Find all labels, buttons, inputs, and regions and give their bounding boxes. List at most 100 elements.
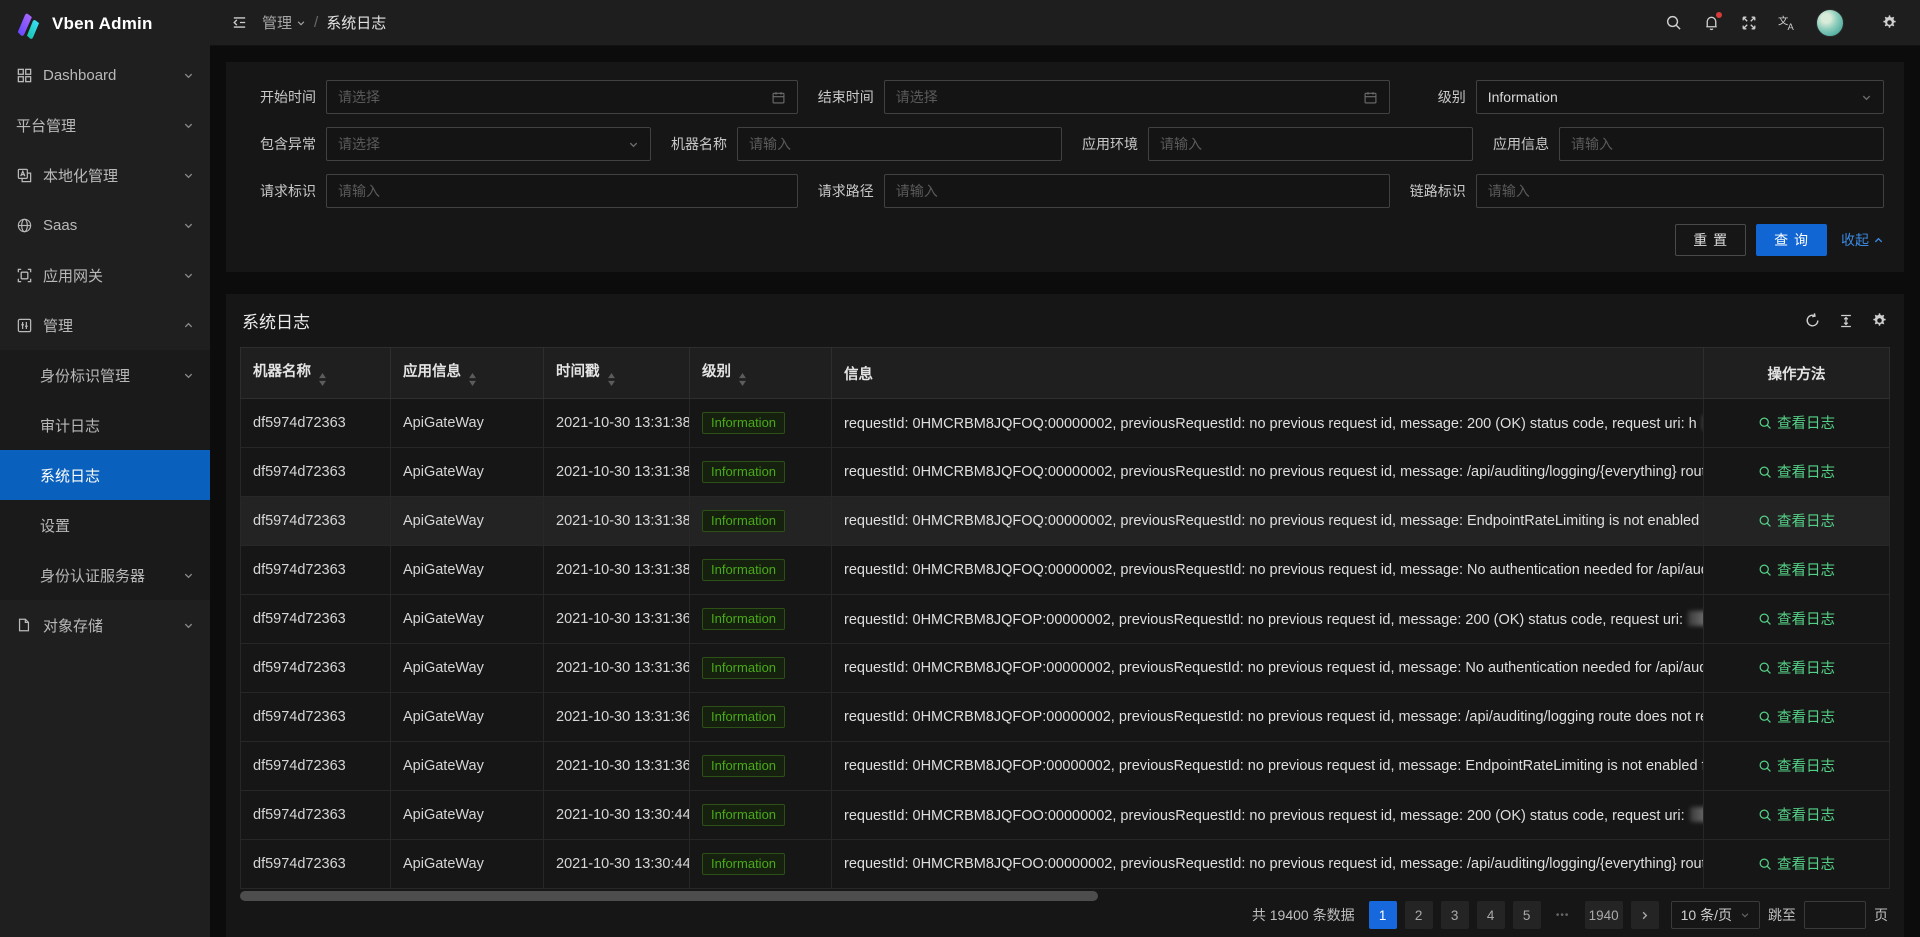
sidebar-item-system-log[interactable]: 系统日志	[0, 450, 210, 500]
settings-gear-icon[interactable]	[1872, 6, 1906, 40]
text-input[interactable]: 请输入	[1559, 127, 1884, 161]
view-log-link[interactable]: 查看日志	[1758, 657, 1835, 678]
translate-icon[interactable]: 文 A	[1770, 6, 1804, 40]
sidebar-item-dashboard[interactable]: Dashboard	[0, 50, 210, 100]
notification-bell-icon[interactable]	[1694, 6, 1728, 40]
field-placeholder: 请选择	[338, 87, 380, 107]
text-input[interactable]: 请输入	[884, 174, 1390, 208]
next-page-button[interactable]	[1631, 901, 1659, 929]
date-picker-input[interactable]: 请选择	[884, 80, 1390, 114]
pagination-total: 共 19400 条数据	[1252, 905, 1355, 925]
text-input[interactable]: 请输入	[737, 127, 1062, 161]
table-row: df5974d72363ApiGateWay2021-10-30 13:31:3…	[241, 693, 1890, 742]
view-log-link[interactable]: 查看日志	[1758, 755, 1835, 776]
breadcrumb: 管理 / 系统日志	[262, 12, 386, 33]
level-badge: Information	[702, 412, 785, 434]
view-log-link[interactable]: 查看日志	[1758, 706, 1835, 727]
column-header-3[interactable]: 时间戳	[544, 348, 690, 399]
reset-button[interactable]: 重 置	[1675, 224, 1746, 256]
view-log-link[interactable]: 查看日志	[1758, 510, 1835, 531]
view-log-link[interactable]: 查看日志	[1758, 853, 1835, 874]
saas-icon	[16, 217, 33, 234]
action-cell: 查看日志	[1704, 399, 1890, 448]
filter-field: 结束时间请选择	[804, 80, 1390, 114]
menu-fold-icon[interactable]	[222, 6, 256, 40]
view-log-link[interactable]: 查看日志	[1758, 412, 1835, 433]
level-cell: Information	[690, 840, 832, 889]
sort-icon[interactable]	[607, 373, 616, 386]
page-button-5[interactable]: 5	[1513, 901, 1541, 929]
sidebar-item-object-storage[interactable]: 对象存储	[0, 600, 210, 650]
field-value: Information	[1488, 89, 1558, 105]
view-log-link[interactable]: 查看日志	[1758, 608, 1835, 629]
sidebar-item-label: 系统日志	[40, 465, 100, 486]
fullscreen-icon[interactable]	[1732, 6, 1766, 40]
text-input[interactable]: 请输入	[326, 174, 798, 208]
magnifier-icon	[1758, 465, 1772, 479]
select-input[interactable]: Information	[1476, 80, 1884, 114]
column-header-label: 操作方法	[1768, 367, 1826, 383]
sort-icon[interactable]	[468, 373, 477, 386]
sidebar-item-saas[interactable]: Saas	[0, 200, 210, 250]
table-row: df5974d72363ApiGateWay2021-10-30 13:31:3…	[241, 399, 1890, 448]
page-size-select[interactable]: 10 条/页	[1671, 901, 1760, 929]
search-button[interactable]: 查 询	[1756, 224, 1827, 256]
chevron-down-icon	[1740, 910, 1750, 920]
sidebar-item-auth-server[interactable]: 身份认证服务器	[0, 550, 210, 600]
sidebar-item-localization-management[interactable]: 本地化管理	[0, 150, 210, 200]
sidebar-menu: Dashboard平台管理本地化管理Saas应用网关管理身份标识管理审计日志系统…	[0, 48, 210, 937]
message-text: requestId: 0HMCRBM8JQFOQ:00000002, previ…	[844, 416, 1697, 432]
horizontal-scrollbar-thumb[interactable]	[240, 891, 1098, 901]
view-log-label: 查看日志	[1777, 510, 1835, 531]
sidebar-item-platform-management[interactable]: 平台管理	[0, 100, 210, 150]
date-picker-input[interactable]: 请选择	[326, 80, 798, 114]
page-button-1940[interactable]: 1940	[1585, 901, 1623, 929]
table-row: df5974d72363ApiGateWay2021-10-30 13:31:3…	[241, 546, 1890, 595]
app-logo[interactable]: Vben Admin	[0, 0, 210, 48]
sort-icon[interactable]	[738, 373, 747, 386]
page-button-2[interactable]: 2	[1405, 901, 1433, 929]
app-info-cell: ApiGateWay	[391, 840, 544, 889]
jump-to-label: 跳至	[1768, 905, 1796, 925]
sidebar-item-identity-management[interactable]: 身份标识管理	[0, 350, 210, 400]
row-height-icon[interactable]	[1838, 313, 1854, 329]
sidebar-item-app-gateway[interactable]: 应用网关	[0, 250, 210, 300]
view-log-link[interactable]: 查看日志	[1758, 559, 1835, 580]
timestamp-cell: 2021-10-30 13:30:44	[544, 840, 690, 889]
select-input[interactable]: 请选择	[326, 127, 651, 161]
search-icon[interactable]	[1656, 6, 1690, 40]
magnifier-icon	[1758, 563, 1772, 577]
column-header-2[interactable]: 应用信息	[391, 348, 544, 399]
machine-name-cell: df5974d72363	[241, 693, 391, 742]
chevron-down-icon	[183, 220, 194, 231]
sidebar-item-settings[interactable]: 设置	[0, 500, 210, 550]
user-avatar[interactable]	[1816, 9, 1844, 37]
message-text: requestId: 0HMCRBM8JQFOP:00000002, previ…	[844, 709, 1704, 725]
sidebar-item-audit-log[interactable]: 审计日志	[0, 400, 210, 450]
text-input[interactable]: 请输入	[1148, 127, 1473, 161]
jump-to-page-input[interactable]	[1804, 901, 1866, 929]
collapse-filter-link[interactable]: 收起	[1841, 230, 1884, 250]
page-button-1[interactable]: 1	[1369, 901, 1397, 929]
sidebar-item-management[interactable]: 管理	[0, 300, 210, 350]
table-header-row: 机器名称应用信息时间戳级别信息操作方法	[241, 348, 1890, 399]
view-log-link[interactable]: 查看日志	[1758, 461, 1835, 482]
breadcrumb-current: 系统日志	[326, 12, 386, 33]
log-table: 机器名称应用信息时间戳级别信息操作方法 df5974d72363ApiGateW…	[240, 347, 1890, 889]
message-cell: requestId: 0HMCRBM8JQFOQ:00000002, previ…	[832, 399, 1704, 448]
page-ellipsis[interactable]: •••	[1549, 901, 1577, 929]
column-header-4[interactable]: 级别	[690, 348, 832, 399]
dashboard-icon	[16, 67, 33, 84]
column-settings-icon[interactable]	[1871, 312, 1888, 329]
refresh-icon[interactable]	[1804, 312, 1821, 329]
filter-row-3: 请求标识请输入请求路径请输入链路标识请输入	[246, 174, 1884, 208]
level-badge: Information	[702, 706, 785, 728]
page-button-4[interactable]: 4	[1477, 901, 1505, 929]
breadcrumb-parent[interactable]: 管理	[262, 12, 306, 33]
page-button-3[interactable]: 3	[1441, 901, 1469, 929]
sort-icon[interactable]	[318, 373, 327, 386]
machine-name-cell: df5974d72363	[241, 546, 391, 595]
column-header-1[interactable]: 机器名称	[241, 348, 391, 399]
view-log-link[interactable]: 查看日志	[1758, 804, 1835, 825]
text-input[interactable]: 请输入	[1476, 174, 1884, 208]
